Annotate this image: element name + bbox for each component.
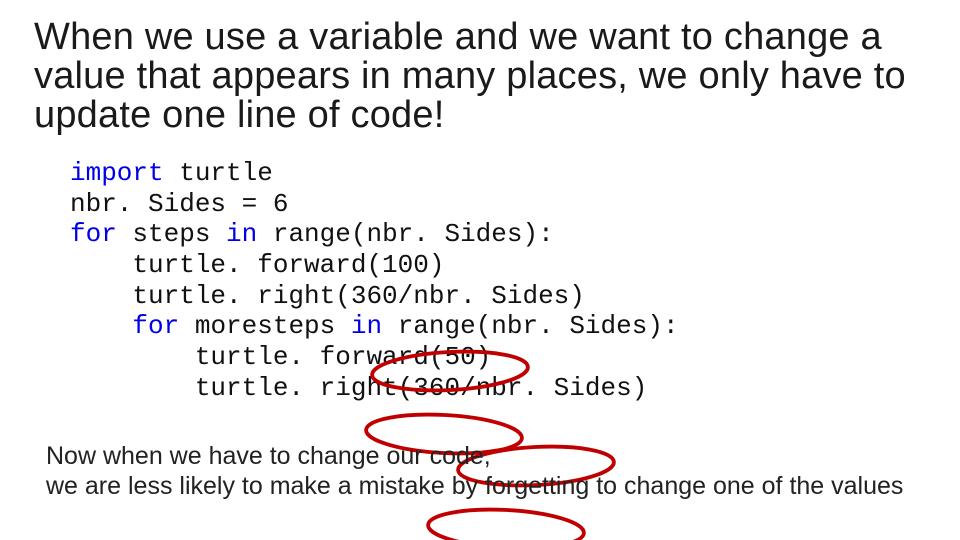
footer-line-1: Now when we have to change our code, bbox=[46, 442, 491, 470]
title-line-2: value that appears in many places, we on… bbox=[34, 55, 906, 97]
circle-annotation-4 bbox=[427, 506, 585, 540]
code-for2-b: range(nbr. Sides): bbox=[382, 311, 678, 341]
code-turtle: turtle bbox=[164, 158, 273, 188]
kw-for-1: for bbox=[70, 219, 117, 249]
code-right1: turtle. right(360/nbr. Sides) bbox=[70, 281, 585, 311]
kw-in-2: in bbox=[351, 311, 382, 341]
kw-for-2: for bbox=[132, 311, 179, 341]
footer-line-2: we are less likely to make a mistake by … bbox=[46, 472, 903, 500]
code-block: import turtle nbr. Sides = 6 for steps i… bbox=[70, 158, 679, 403]
title-line-1: When we use a variable and we want to ch… bbox=[34, 16, 882, 58]
footer-text: Now when we have to change our code, we … bbox=[46, 442, 903, 501]
kw-import: import bbox=[70, 158, 164, 188]
code-right2: turtle. right(360/nbr. Sides) bbox=[70, 373, 647, 403]
code-for1-b: range(nbr. Sides): bbox=[257, 219, 553, 249]
code-nbrsides-a: nbr. Sides = bbox=[70, 189, 273, 219]
slide-title: When we use a variable and we want to ch… bbox=[34, 18, 926, 134]
code-fwd50: turtle. forward(50) bbox=[70, 342, 491, 372]
kw-in-1: in bbox=[226, 219, 257, 249]
title-line-3: update one line of code! bbox=[34, 94, 444, 136]
code-for2-mid: moresteps bbox=[179, 311, 351, 341]
slide: When we use a variable and we want to ch… bbox=[0, 0, 960, 540]
code-fwd100: turtle. forward(100) bbox=[70, 250, 444, 280]
code-nbrsides-b: 6 bbox=[273, 189, 289, 219]
code-for1-mid: steps bbox=[117, 219, 226, 249]
